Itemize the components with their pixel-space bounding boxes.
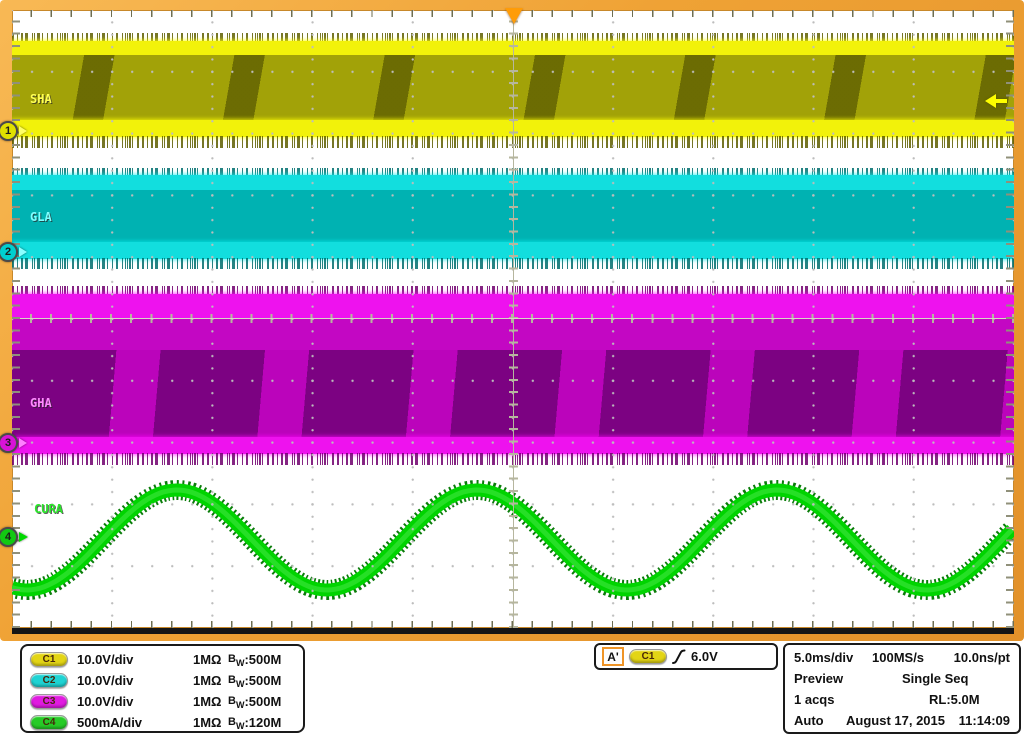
ch4-bandwidth: BW:120M bbox=[228, 715, 281, 731]
graticule-frame: SHA GLA GHA CURA 1 2 3 4 bbox=[0, 0, 1024, 641]
trigger-source-badge[interactable]: A' bbox=[602, 647, 624, 666]
record-length: RL:5.0M bbox=[929, 692, 980, 707]
ch2-scale: 10.0V/div bbox=[77, 673, 133, 688]
ch1-scale: 10.0V/div bbox=[77, 652, 133, 667]
ch2-badge[interactable]: C2 bbox=[30, 673, 68, 688]
ch4-impedance: 1MΩ bbox=[193, 715, 221, 730]
trigger-position-marker-icon[interactable] bbox=[505, 8, 523, 24]
trigger-level-value: 6.0V bbox=[691, 649, 718, 664]
trigger-mode: Auto bbox=[794, 713, 824, 728]
ch4-signal-label: CURA bbox=[34, 502, 63, 516]
acq-count: 1 acqs bbox=[794, 692, 834, 707]
trigger-readout-box[interactable]: A' C1 6.0V bbox=[594, 643, 778, 670]
ch4-reference-arrow-icon bbox=[19, 532, 28, 542]
trigger-level-arrow-stem bbox=[995, 99, 1007, 103]
resolution: 10.0ns/pt bbox=[954, 650, 1010, 665]
ch1-bandwidth: BW:500M bbox=[228, 652, 281, 668]
ch1-reference-arrow-icon bbox=[19, 126, 27, 136]
ch4-readout-row: C4 500mA/div 1MΩ BW:120M bbox=[30, 712, 303, 733]
trigger-channel-badge[interactable]: C1 bbox=[629, 649, 667, 664]
ch2-readout-row: C2 10.0V/div 1MΩ BW:500M bbox=[30, 670, 303, 691]
ch1-readout-row: C1 10.0V/div 1MΩ BW:500M bbox=[30, 649, 303, 670]
ch2-impedance: 1MΩ bbox=[193, 673, 221, 688]
acq-state: Preview bbox=[794, 671, 843, 686]
ch1-signal-label: SHA bbox=[30, 92, 52, 106]
ch3-bandwidth: BW:500M bbox=[228, 694, 281, 710]
channel-readout-box[interactable]: C1 10.0V/div 1MΩ BW:500M C2 10.0V/div 1M… bbox=[20, 644, 305, 733]
ch4-sine-waveform bbox=[12, 10, 1014, 628]
ch3-readout-row: C3 10.0V/div 1MΩ BW:500M bbox=[30, 691, 303, 712]
ch3-scale: 10.0V/div bbox=[77, 694, 133, 709]
timebase-row-3: 1 acqs RL:5.0M bbox=[794, 692, 1010, 713]
trigger-level-arrow[interactable] bbox=[985, 94, 1007, 108]
sample-rate: 100MS/s bbox=[872, 650, 924, 665]
time-readout: 11:14:09 bbox=[959, 713, 1010, 728]
date-readout: August 17, 2015 bbox=[846, 713, 945, 728]
ch3-impedance: 1MΩ bbox=[193, 694, 221, 709]
timebase-row-2: Preview Single Seq bbox=[794, 671, 1010, 692]
timebase-readout-box[interactable]: 5.0ms/div 100MS/s 10.0ns/pt Preview Sing… bbox=[783, 643, 1021, 734]
ch3-reference-arrow-icon bbox=[19, 438, 27, 448]
oscilloscope-screen: SHA GLA GHA CURA 1 2 3 4 C1 10.0V/div 1M… bbox=[0, 0, 1024, 736]
waveform-display: SHA GLA GHA CURA bbox=[12, 10, 1014, 628]
acq-mode: Single Seq bbox=[902, 671, 968, 686]
timebase-row-4: Auto August 17, 2015 11:14:09 bbox=[794, 713, 1010, 734]
ch2-reference-arrow-icon bbox=[19, 247, 27, 257]
ch1-impedance: 1MΩ bbox=[193, 652, 221, 667]
ch2-signal-label: GLA bbox=[30, 210, 52, 224]
ch3-badge[interactable]: C3 bbox=[30, 694, 68, 709]
rising-edge-icon bbox=[672, 648, 686, 666]
ch4-scale: 500mA/div bbox=[77, 715, 142, 730]
display-bottom-edge bbox=[12, 628, 1014, 634]
timebase-scale: 5.0ms/div bbox=[794, 650, 853, 665]
ch3-signal-label: GHA bbox=[30, 396, 52, 410]
ch1-badge[interactable]: C1 bbox=[30, 652, 68, 667]
ch2-bandwidth: BW:500M bbox=[228, 673, 281, 689]
timebase-row-1: 5.0ms/div 100MS/s 10.0ns/pt bbox=[794, 650, 1010, 671]
ch4-badge[interactable]: C4 bbox=[30, 715, 68, 730]
